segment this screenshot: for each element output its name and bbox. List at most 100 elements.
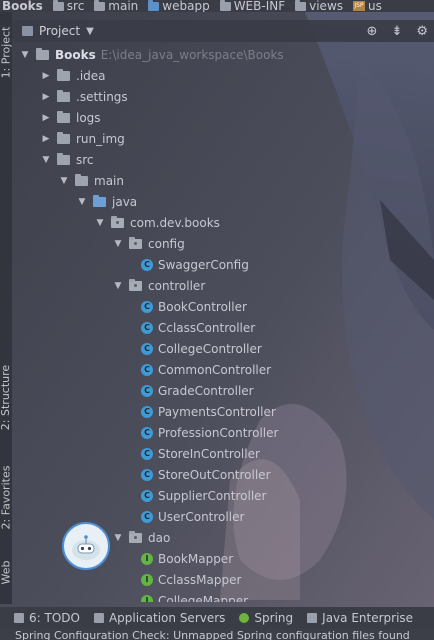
class-icon: C	[141, 321, 153, 334]
tool-window-bar: 6: TODO Application Servers Spring Java …	[0, 607, 434, 629]
class-icon: C	[141, 489, 153, 502]
folder-icon	[295, 0, 307, 11]
class-icon: C	[141, 258, 153, 271]
folder-icon	[52, 0, 64, 11]
tab-project[interactable]: 1: Project	[0, 12, 13, 92]
class-icon: C	[141, 510, 153, 523]
chevron-right-icon[interactable]: ▶	[41, 92, 51, 102]
spring-tool-button[interactable]: Spring	[239, 611, 293, 625]
todo-icon	[14, 613, 24, 623]
tree-node-class[interactable]: C UserController	[141, 506, 244, 527]
folder-icon	[57, 68, 70, 81]
folder-icon	[57, 89, 70, 102]
tree-node-interface[interactable]: I BookMapper	[141, 548, 233, 569]
tree-node-class[interactable]: C CclassController	[141, 317, 255, 338]
gear-icon[interactable]: ⚙	[416, 24, 428, 39]
chevron-right-icon[interactable]: ▶	[41, 71, 51, 81]
chevron-down-icon[interactable]: ▼	[113, 281, 123, 291]
tree-node-class[interactable]: C SupplierController	[141, 485, 266, 506]
chevron-down-icon[interactable]: ▼	[77, 197, 87, 207]
folder-icon	[57, 152, 70, 165]
collapse-all-icon[interactable]: ⇟	[391, 24, 402, 39]
chevron-right-icon[interactable]: ▶	[41, 134, 51, 144]
chevron-down-icon[interactable]: ▼	[41, 155, 51, 165]
tree-node-class[interactable]: C SwaggerConfig	[141, 254, 249, 275]
status-message[interactable]: Spring Configuration Check: Unmapped Spr…	[0, 629, 434, 640]
folder-icon	[36, 47, 49, 60]
package-icon	[129, 530, 142, 543]
breadcrumb-item-src[interactable]: src	[52, 0, 84, 12]
java-enterprise-tool-button[interactable]: Java Enterprise	[307, 611, 413, 625]
tree-node-root[interactable]: ▼ Books E:\idea_java_workspace\Books	[20, 44, 284, 65]
package-icon	[129, 278, 142, 291]
breadcrumb-item-webapp[interactable]: webapp	[148, 0, 210, 12]
tree-node-config[interactable]: ▼ config	[113, 233, 185, 254]
java-enterprise-icon	[307, 613, 318, 623]
tree-node-class[interactable]: C GradeController	[141, 380, 254, 401]
breadcrumb-item-project[interactable]: Books	[2, 0, 43, 12]
assistant-avatar[interactable]	[62, 522, 110, 570]
project-title: Project	[39, 24, 81, 38]
tab-web[interactable]: Web	[0, 552, 13, 592]
tree-node-class[interactable]: C StoreOutController	[141, 464, 271, 485]
app-servers-tool-button[interactable]: Application Servers	[93, 611, 225, 625]
tree-node-interface[interactable]: I CclassMapper	[141, 569, 241, 590]
class-icon: C	[141, 342, 153, 355]
breadcrumb-item-main[interactable]: main	[94, 0, 138, 12]
tree-node-dao[interactable]: ▼ dao	[113, 527, 170, 548]
tab-favorites[interactable]: 2: Favorites	[0, 452, 13, 542]
package-icon	[129, 236, 142, 249]
breadcrumb: Books src main webapp WEB-INF views JSP u…	[0, 0, 434, 12]
jsp-file-icon: JSP	[353, 1, 366, 11]
chevron-down-icon[interactable]: ▼	[95, 218, 105, 228]
tree-node-class[interactable]: C StoreInController	[141, 443, 260, 464]
class-icon: C	[141, 300, 153, 313]
source-folder-icon	[93, 194, 106, 207]
chevron-down-icon[interactable]: ▼	[113, 533, 123, 543]
tree-node-interface[interactable]: I CollegeMapper	[141, 590, 248, 602]
locate-icon[interactable]: ⊕	[367, 24, 378, 39]
tree-node-controller[interactable]: ▼ controller	[113, 275, 205, 296]
tree-node-class[interactable]: C ProfessionController	[141, 422, 278, 443]
tab-structure[interactable]: 2: Structure	[0, 352, 13, 442]
chevron-down-icon[interactable]: ▼	[59, 176, 69, 186]
folder-icon	[75, 173, 88, 186]
tree-node-class[interactable]: C CommonController	[141, 359, 271, 380]
chevron-right-icon[interactable]: ▶	[41, 113, 51, 123]
class-icon: C	[141, 405, 153, 418]
project-tree: ▼ Books E:\idea_java_workspace\Books ▶ .…	[12, 42, 434, 602]
tree-node-class[interactable]: C PaymentsController	[141, 401, 276, 422]
todo-tool-button[interactable]: 6: TODO	[14, 611, 80, 625]
tree-node-package[interactable]: ▼ com.dev.books	[95, 212, 220, 233]
tree-node-src[interactable]: ▼ src	[41, 149, 94, 170]
chevron-down-icon[interactable]: ▼	[20, 50, 30, 60]
class-icon: C	[141, 447, 153, 460]
chevron-down-icon[interactable]: ▼	[113, 239, 123, 249]
tree-node-settings[interactable]: ▶ .settings	[41, 86, 128, 107]
tree-node-java[interactable]: ▼ java	[77, 191, 137, 212]
robot-face-icon	[72, 535, 100, 560]
interface-icon: I	[141, 594, 153, 602]
class-icon: C	[141, 426, 153, 439]
class-icon: C	[141, 384, 153, 397]
project-view-selector[interactable]: Project ▼	[22, 24, 94, 38]
server-icon	[93, 613, 104, 623]
breadcrumb-item-views[interactable]: views	[295, 0, 343, 12]
web-folder-icon	[148, 0, 160, 11]
project-icon	[22, 26, 33, 36]
tree-node-logs[interactable]: ▶ logs	[41, 107, 101, 128]
interface-icon: I	[141, 573, 153, 586]
breadcrumb-item-file[interactable]: JSP us	[353, 0, 382, 12]
breadcrumb-item-web-inf[interactable]: WEB-INF	[219, 0, 285, 12]
package-icon	[111, 215, 124, 228]
tree-node-class[interactable]: C BookController	[141, 296, 247, 317]
tree-node-class[interactable]: C CollegeController	[141, 338, 262, 359]
tree-node-main[interactable]: ▼ main	[59, 170, 124, 191]
folder-icon	[94, 0, 106, 11]
interface-icon: I	[141, 552, 153, 565]
folder-icon	[57, 110, 70, 123]
tree-node-idea[interactable]: ▶ .idea	[41, 65, 106, 86]
tree-node-run-img[interactable]: ▶ run_img	[41, 128, 125, 149]
folder-icon	[219, 0, 231, 11]
left-tool-strip: 1: Project 2: Structure 2: Favorites Web	[0, 12, 13, 604]
